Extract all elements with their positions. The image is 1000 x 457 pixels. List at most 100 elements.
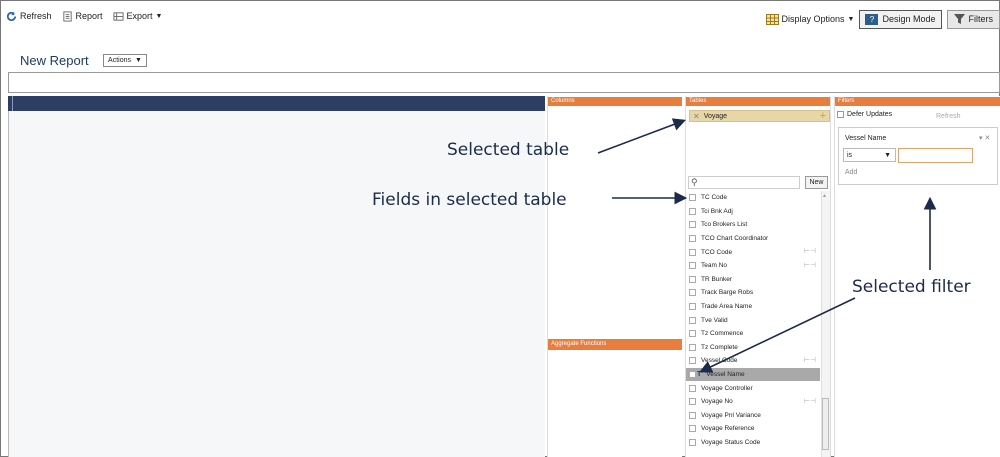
field-checkbox[interactable] bbox=[689, 207, 696, 215]
field-label: Tco Brokers List bbox=[701, 221, 748, 229]
field-row[interactable]: TCO Code ⊢⊣ bbox=[686, 245, 820, 259]
field-checkbox[interactable] bbox=[689, 371, 696, 379]
filters-button[interactable]: Filters bbox=[946, 9, 1000, 29]
filter-value-input[interactable] bbox=[898, 148, 973, 163]
field-label: Voyage No bbox=[701, 398, 733, 406]
field-row[interactable]: Voyage No ⊢⊣ bbox=[686, 395, 820, 409]
filters-header: Filters bbox=[835, 97, 1000, 106]
field-label: Voyage Controller bbox=[701, 384, 753, 392]
design-mode-button[interactable]: ? Design Mode bbox=[859, 9, 942, 29]
field-label: Voyage Status Code bbox=[701, 438, 761, 446]
actions-dropdown[interactable]: Actions ▼ bbox=[103, 54, 147, 67]
design-mode-label: Design Mode bbox=[882, 14, 936, 24]
defer-updates-checkbox[interactable]: Defer Updates bbox=[837, 111, 892, 118]
aggregate-functions-header: Aggregate Functions bbox=[548, 339, 682, 350]
annotation-selected-table: Selected table bbox=[447, 140, 570, 160]
field-label: TCO Code bbox=[701, 248, 733, 256]
chevron-down-icon: ▼ bbox=[135, 57, 142, 64]
export-icon bbox=[112, 11, 124, 21]
filter-icon bbox=[953, 14, 965, 24]
filter-operator-value: is bbox=[847, 151, 853, 159]
plus-icon[interactable]: + bbox=[820, 110, 826, 122]
field-label: Tz Commence bbox=[701, 330, 744, 338]
search-icon: ⚲ bbox=[691, 177, 698, 187]
field-label: Tz Complete bbox=[701, 343, 738, 351]
field-checkbox[interactable] bbox=[689, 398, 696, 406]
refresh-button[interactable]: Refresh bbox=[6, 11, 52, 22]
field-row[interactable]: Tve Valid bbox=[686, 313, 820, 327]
export-label: Export bbox=[126, 11, 153, 21]
field-label: Team No bbox=[701, 262, 728, 270]
display-options-label: Display Options bbox=[781, 14, 845, 24]
field-label: Track Barge Robs bbox=[701, 289, 754, 297]
chevron-up-icon[interactable]: ▲ bbox=[822, 193, 827, 199]
field-checkbox[interactable] bbox=[689, 194, 696, 202]
field-label: Trade Area Name bbox=[701, 303, 753, 311]
join-icon[interactable]: ⊢⊣ bbox=[804, 247, 816, 255]
filter-operator-select[interactable]: is ▼ bbox=[843, 148, 896, 162]
filter-card-controls[interactable]: ▾ ✕ bbox=[979, 134, 990, 142]
field-row[interactable]: Tz Commence bbox=[686, 327, 820, 341]
field-row[interactable]: TR Bunker bbox=[686, 273, 820, 287]
field-checkbox[interactable] bbox=[689, 438, 696, 446]
scrollbar-thumb[interactable] bbox=[822, 398, 829, 450]
field-checkbox[interactable] bbox=[689, 289, 696, 297]
field-row[interactable]: Voyage Pnl Variance bbox=[686, 409, 820, 423]
field-label: Vessel Name bbox=[706, 371, 745, 379]
add-filter-link[interactable]: Add bbox=[845, 169, 857, 176]
field-checkbox[interactable] bbox=[689, 425, 696, 433]
field-row[interactable]: T Vessel Name bbox=[686, 367, 820, 382]
export-menu[interactable]: Export ▼ bbox=[112, 11, 162, 22]
filter-field-name: Vessel Name bbox=[845, 135, 887, 142]
field-row[interactable]: Voyage Reference bbox=[686, 422, 820, 436]
field-checkbox[interactable] bbox=[689, 235, 696, 243]
field-checkbox[interactable] bbox=[689, 384, 696, 392]
selected-table-chip[interactable]: ✕ Voyage + bbox=[689, 110, 830, 122]
join-icon[interactable]: ⊢⊣ bbox=[804, 356, 816, 364]
report-label: Report bbox=[75, 11, 103, 21]
field-row[interactable]: Voyage Controller bbox=[686, 381, 820, 395]
refresh-icon bbox=[6, 11, 17, 21]
chevron-down-icon: ▼ bbox=[847, 15, 855, 23]
field-checkbox[interactable] bbox=[689, 275, 696, 283]
close-icon[interactable]: ✕ bbox=[693, 112, 700, 121]
filter-indicator-icon: T bbox=[697, 371, 702, 379]
field-search-input[interactable]: ⚲ bbox=[688, 176, 800, 189]
field-label: Voyage Pnl Variance bbox=[701, 411, 761, 419]
row-header-stub bbox=[8, 96, 13, 111]
tables-header: Tables bbox=[686, 97, 830, 106]
join-icon[interactable]: ⊢⊣ bbox=[804, 397, 816, 405]
checkbox-box[interactable] bbox=[837, 111, 844, 118]
toolbar: Refresh Report Export ▼ bbox=[6, 8, 162, 24]
field-label: TR Bunker bbox=[701, 275, 733, 283]
chevron-down-icon: ▼ bbox=[884, 151, 891, 159]
field-row[interactable]: Tco Brokers List bbox=[686, 218, 820, 232]
field-row[interactable]: Tci Bnk Adj bbox=[686, 205, 820, 219]
field-row[interactable]: Voyage Status Code bbox=[686, 436, 820, 450]
field-checkbox[interactable] bbox=[689, 262, 696, 270]
field-label: Voyage Reference bbox=[701, 425, 755, 433]
field-checkbox[interactable] bbox=[689, 221, 696, 229]
field-row[interactable]: Team No ⊢⊣ bbox=[686, 259, 820, 273]
field-checkbox[interactable] bbox=[689, 248, 696, 256]
field-row[interactable]: Tz Complete bbox=[686, 341, 820, 355]
field-checkbox[interactable] bbox=[689, 343, 696, 351]
field-row[interactable]: Track Barge Robs bbox=[686, 286, 820, 300]
join-icon[interactable]: ⊢⊣ bbox=[804, 261, 816, 269]
field-checkbox[interactable] bbox=[689, 316, 696, 324]
grid-icon bbox=[765, 13, 779, 25]
field-checkbox[interactable] bbox=[689, 357, 696, 365]
field-checkbox[interactable] bbox=[689, 411, 696, 419]
report-icon bbox=[62, 10, 72, 22]
field-checkbox[interactable] bbox=[689, 330, 696, 338]
field-row[interactable]: Trade Area Name bbox=[686, 300, 820, 314]
display-options-menu[interactable]: Display Options ▼ bbox=[765, 13, 855, 25]
field-row[interactable]: TCO Chart Coordinator bbox=[686, 232, 820, 246]
field-row[interactable]: Vessel Code ⊢⊣ bbox=[686, 354, 820, 368]
new-button[interactable]: New bbox=[805, 176, 828, 189]
field-row[interactable]: TC Code bbox=[686, 191, 820, 205]
filters-refresh-button[interactable]: Refresh bbox=[936, 113, 961, 120]
defer-updates-label: Defer Updates bbox=[847, 111, 893, 118]
report-button[interactable]: Report bbox=[62, 10, 103, 22]
field-checkbox[interactable] bbox=[689, 303, 696, 311]
